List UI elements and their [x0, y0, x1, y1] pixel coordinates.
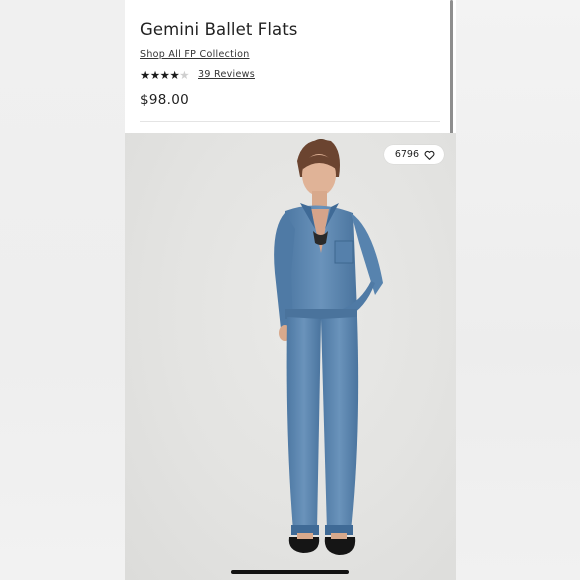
- background-left-panel: [0, 0, 125, 580]
- favorite-count: 6796: [394, 149, 419, 160]
- product-image[interactable]: 6796: [125, 133, 456, 580]
- product-title: Gemini Ballet Flats: [140, 20, 298, 39]
- star-filled-icon: ★: [140, 68, 150, 82]
- star-rating: ★★★★★: [140, 68, 190, 82]
- divider: [140, 121, 440, 122]
- heart-icon: [424, 150, 435, 160]
- home-indicator[interactable]: [231, 570, 349, 574]
- product-info-panel: Gemini Ballet Flats Shop All FP Collecti…: [125, 0, 456, 133]
- star-filled-icon: ★: [169, 68, 180, 82]
- model-illustration: [274, 139, 383, 555]
- star-filled-icon: ★: [159, 68, 170, 82]
- background-right-panel: [456, 0, 580, 580]
- product-price: $98.00: [140, 92, 190, 108]
- product-page: Gemini Ballet Flats Shop All FP Collecti…: [125, 0, 456, 580]
- favorite-button[interactable]: 6796: [383, 145, 444, 164]
- star-empty-icon: ★: [179, 68, 190, 82]
- star-filled-icon: ★: [149, 68, 160, 82]
- reviews-link[interactable]: 39 Reviews: [198, 69, 255, 80]
- collection-link[interactable]: Shop All FP Collection: [140, 49, 250, 60]
